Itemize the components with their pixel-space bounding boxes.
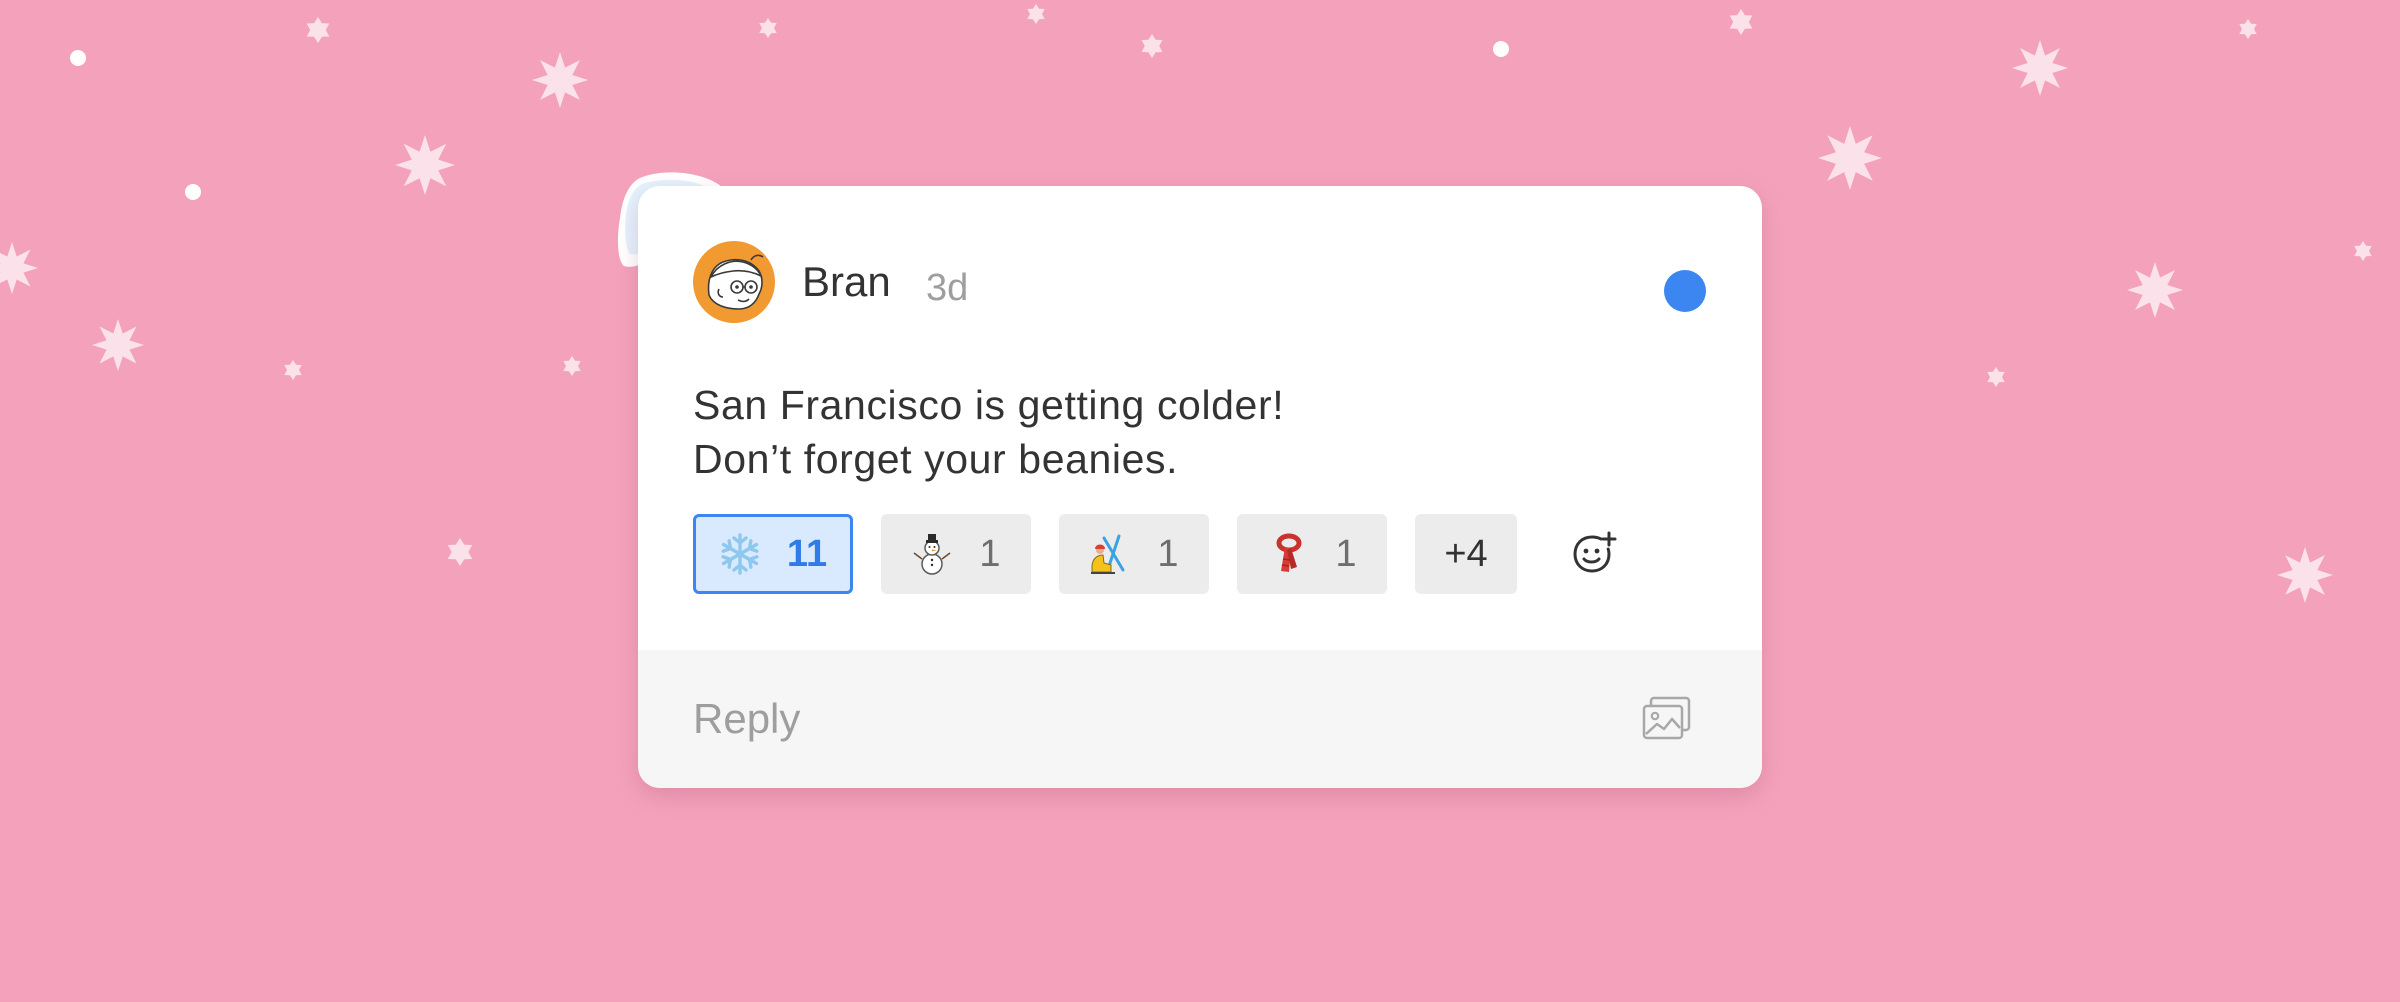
reaction-count: 1 xyxy=(979,532,1001,575)
skier-icon xyxy=(1091,534,1125,574)
reply-bar xyxy=(638,650,1762,788)
more-reactions-label: +4 xyxy=(1444,532,1488,575)
reaction-snowman[interactable]: 1 xyxy=(881,514,1031,594)
scarf-icon xyxy=(1276,533,1302,572)
comment-line: Don’t forget your beanies. xyxy=(693,436,1179,482)
add-reaction-button[interactable] xyxy=(1563,522,1627,586)
reaction-bar: 11 1 1 1 +4 xyxy=(693,514,1627,594)
snowflake-icon xyxy=(718,533,761,575)
reply-input[interactable] xyxy=(693,690,1553,748)
reaction-count: 1 xyxy=(1335,532,1357,575)
add-emoji-icon xyxy=(1573,531,1617,573)
snowman-icon xyxy=(913,534,951,575)
comment-text: San Francisco is getting colder! Don’t f… xyxy=(693,378,1284,486)
unread-indicator xyxy=(1664,270,1706,312)
reaction-count: 11 xyxy=(786,532,828,575)
author-name[interactable]: Bran xyxy=(802,258,891,306)
comment-card: Bran 3d San Francisco is getting colder!… xyxy=(638,186,1762,788)
more-reactions-button[interactable]: +4 xyxy=(1415,514,1517,594)
reaction-count: 1 xyxy=(1157,532,1179,575)
image-icon[interactable] xyxy=(1642,696,1692,742)
reaction-scarf[interactable]: 1 xyxy=(1237,514,1387,594)
timestamp: 3d xyxy=(926,267,969,309)
reaction-snowflake[interactable]: 11 xyxy=(693,514,853,594)
reaction-skier[interactable]: 1 xyxy=(1059,514,1209,594)
cartoon-face-avatar[interactable] xyxy=(693,241,775,323)
comment-line: San Francisco is getting colder! xyxy=(693,382,1285,428)
comment-body: Bran 3d San Francisco is getting colder!… xyxy=(638,186,1762,650)
